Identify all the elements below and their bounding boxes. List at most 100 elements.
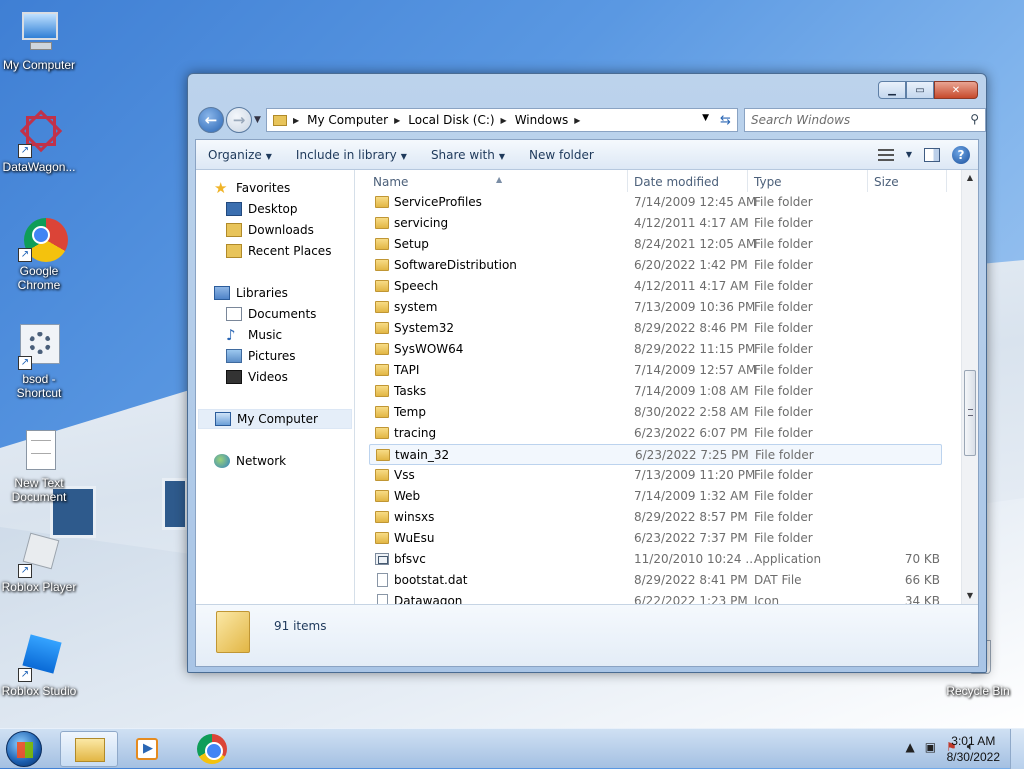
column-divider[interactable] xyxy=(946,170,947,192)
file-row[interactable]: System32 8/29/2022 8:46 PM File folder xyxy=(369,318,942,339)
network-icon xyxy=(214,454,230,468)
taskbar-media-player-button[interactable] xyxy=(118,731,176,767)
chevron-right-icon[interactable]: ▶ xyxy=(574,116,580,125)
help-icon[interactable]: ? xyxy=(952,145,970,164)
nav-pictures[interactable]: Pictures xyxy=(226,346,296,366)
desktop-icon-my-computer[interactable]: My Computer xyxy=(1,10,77,72)
taskbar-explorer-button[interactable] xyxy=(60,731,118,767)
nav-documents[interactable]: Documents xyxy=(226,304,316,324)
file-row[interactable]: Tasks 7/14/2009 1:08 AM File folder xyxy=(369,381,942,402)
file-row[interactable]: SoftwareDistribution 6/20/2022 1:42 PM Fil… xyxy=(369,255,942,276)
desktop-icon-bsod-shortcut[interactable]: ↗ bsod - Shortcut xyxy=(1,324,77,400)
taskbar-chrome-button[interactable] xyxy=(183,731,241,767)
file-row[interactable]: bootstat.dat 8/29/2022 8:41 PM DAT File 66 … xyxy=(369,570,942,591)
forward-button[interactable]: → xyxy=(226,107,252,133)
file-row[interactable]: bfsvc 11/20/2010 10:24 ... Application 70 K… xyxy=(369,549,942,570)
file-row[interactable]: servicing 4/12/2011 4:17 AM File folder xyxy=(369,213,942,234)
file-row[interactable]: twain_32 6/23/2022 7:25 PM File folder xyxy=(369,444,942,465)
desktop-icon-google-chrome[interactable]: ↗ Google Chrome xyxy=(1,216,77,292)
file-list: ▲ Name Date modified Type Size ServicePr… xyxy=(356,170,978,604)
nav-my-computer[interactable]: My Computer xyxy=(198,409,352,429)
view-dropdown-icon[interactable]: ▼ xyxy=(906,150,912,159)
details-pane: 91 items xyxy=(196,604,978,666)
file-row[interactable]: WuEsu 6/23/2022 7:37 PM File folder xyxy=(369,528,942,549)
clock[interactable]: 3:01 AM 8/30/2022 xyxy=(947,733,1000,765)
file-row[interactable]: tracing 6/23/2022 6:07 PM File folder xyxy=(369,423,942,444)
file-row[interactable]: winsxs 8/29/2022 8:57 PM File folder xyxy=(369,507,942,528)
nav-network[interactable]: Network xyxy=(214,451,286,471)
breadcrumb-my-computer[interactable]: My Computer xyxy=(307,113,388,127)
file-row[interactable]: Speech 4/12/2011 4:17 AM File folder xyxy=(369,276,942,297)
file-type: File folder xyxy=(754,237,813,251)
shortcut-arrow-icon: ↗ xyxy=(18,144,32,158)
column-divider[interactable] xyxy=(627,170,628,192)
new-folder-label: New folder xyxy=(529,147,594,162)
column-divider[interactable] xyxy=(747,170,748,192)
dropdown-arrow-icon: ▼ xyxy=(265,151,272,161)
column-divider[interactable] xyxy=(867,170,868,192)
clock-date: 8/30/2022 xyxy=(946,750,1000,764)
desktop-icon-roblox-studio[interactable]: ↗ Roblox Studio xyxy=(1,634,77,698)
explorer-icon xyxy=(75,738,105,762)
column-date-modified[interactable]: Date modified xyxy=(634,175,719,189)
desktop-icon-new-text-document[interactable]: New Text Document xyxy=(1,428,77,504)
refresh-button[interactable]: ⇆ xyxy=(714,108,738,132)
nav-music[interactable]: ♪ Music xyxy=(226,325,282,345)
new-folder-button[interactable]: New folder xyxy=(517,148,606,162)
scroll-down-arrow-icon[interactable]: ▼ xyxy=(962,588,978,604)
view-icon[interactable] xyxy=(877,148,894,161)
column-name[interactable]: Name xyxy=(373,175,408,189)
search-input[interactable]: Search Windows ⚲ xyxy=(744,108,986,132)
file-name: Vss xyxy=(394,468,415,482)
scroll-up-arrow-icon[interactable]: ▲ xyxy=(962,170,978,186)
column-size[interactable]: Size xyxy=(874,175,899,189)
folder-icon xyxy=(375,490,389,502)
chevron-right-icon[interactable]: ▶ xyxy=(394,116,400,125)
downloads-folder-icon xyxy=(226,223,242,237)
file-row[interactable]: ServiceProfiles 7/14/2009 12:45 AM File fo… xyxy=(369,192,942,213)
vertical-scrollbar[interactable]: ▲ ▼ xyxy=(961,170,978,604)
folder-icon xyxy=(375,427,389,439)
address-bar[interactable]: ▶ My Computer ▶ Local Disk (C:) ▶ Window… xyxy=(266,108,716,132)
include-in-library-button[interactable]: Include in library ▼ xyxy=(284,148,419,162)
breadcrumb-windows[interactable]: Windows xyxy=(515,113,569,127)
desktop-icon-roblox-player[interactable]: ↗ Roblox Player xyxy=(1,532,77,594)
network-icon[interactable]: ▣ xyxy=(925,740,936,754)
search-icon[interactable]: ⚲ xyxy=(970,112,979,126)
breadcrumb-local-disk[interactable]: Local Disk (C:) xyxy=(408,113,494,127)
nav-libraries[interactable]: Libraries xyxy=(214,283,288,303)
file-row[interactable]: system 7/13/2009 10:36 PM File folder xyxy=(369,297,942,318)
column-type[interactable]: Type xyxy=(754,175,782,189)
recent-pages-dropdown[interactable]: ▼ xyxy=(254,115,261,125)
organize-button[interactable]: Organize ▼ xyxy=(196,148,284,162)
back-button[interactable]: ← xyxy=(198,107,224,133)
nav-downloads[interactable]: Downloads xyxy=(226,220,314,240)
address-dropdown-icon[interactable]: ▼ xyxy=(702,113,709,123)
desktop-icon-label: DataWagon... xyxy=(2,160,76,174)
minimize-button[interactable]: ▁ xyxy=(878,81,906,99)
file-row[interactable]: Web 7/14/2009 1:32 AM File folder xyxy=(369,486,942,507)
file-name: SysWOW64 xyxy=(394,342,464,356)
file-row[interactable]: Temp 8/30/2022 2:58 AM File folder xyxy=(369,402,942,423)
preview-pane-icon[interactable] xyxy=(924,147,940,162)
file-row[interactable]: Vss 7/13/2009 11:20 PM File folder xyxy=(369,465,942,486)
chevron-right-icon[interactable]: ▶ xyxy=(501,116,507,125)
desktop-icon-datawagon[interactable]: ↗ DataWagon... xyxy=(1,109,77,174)
file-row[interactable]: Setup 8/24/2021 12:05 AM File folder xyxy=(369,234,942,255)
file-row[interactable]: SysWOW64 8/29/2022 11:15 PM File folder xyxy=(369,339,942,360)
close-button[interactable]: ✕ xyxy=(934,81,978,99)
nav-favorites[interactable]: ★ Favorites xyxy=(214,178,290,198)
show-desktop-button[interactable] xyxy=(1010,729,1024,769)
nav-recent-places[interactable]: Recent Places xyxy=(226,241,331,261)
chevron-right-icon[interactable]: ▶ xyxy=(293,116,299,125)
file-row[interactable]: TAPI 7/14/2009 12:57 AM File folder xyxy=(369,360,942,381)
file-type: File folder xyxy=(754,531,813,545)
show-hidden-icons-icon[interactable]: ▲ xyxy=(905,740,914,754)
maximize-button[interactable]: ▭ xyxy=(906,81,934,99)
file-row[interactable]: Datawagon 6/22/2022 1:23 PM Icon 34 KB xyxy=(369,591,942,604)
scrollbar-thumb[interactable] xyxy=(964,370,976,456)
start-button[interactable] xyxy=(6,731,42,767)
share-with-button[interactable]: Share with ▼ xyxy=(419,148,517,162)
nav-videos[interactable]: Videos xyxy=(226,367,288,387)
nav-desktop[interactable]: Desktop xyxy=(226,199,298,219)
